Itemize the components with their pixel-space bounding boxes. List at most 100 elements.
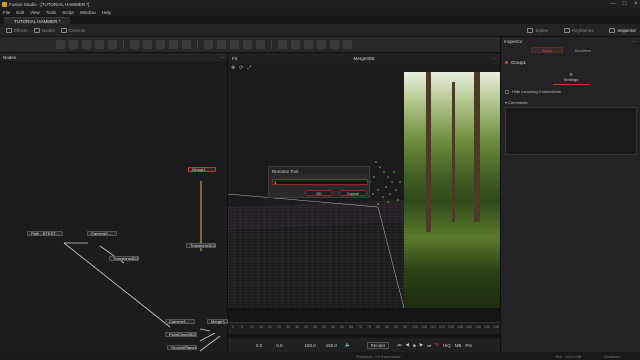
inspector-menu-icon[interactable]: ···: [633, 39, 638, 44]
node-camera[interactable]: Camera3...: [87, 231, 117, 236]
render-start[interactable]: 0.0: [276, 343, 282, 348]
inspector-toggle[interactable]: Inspector: [609, 27, 636, 33]
spline-icon: [527, 27, 534, 33]
menu-help[interactable]: Help: [102, 10, 111, 15]
menu-view[interactable]: View: [30, 10, 40, 15]
panel-menu-icon[interactable]: ···: [220, 55, 225, 60]
rotate-icon[interactable]: ⟳: [239, 65, 243, 71]
settings-tab[interactable]: ⚙ Settings: [553, 69, 589, 85]
ruler-ticks: 0 5 10 15 20 25 30 35 40 45 50 55 60 65 70 75 80 85 90 95 10…: [228, 323, 500, 334]
time-ruler[interactable]: 0 5 10 15 20 25 30 35 40 45 50 55 60 65 70 75 80 85 90 95 10…: [228, 322, 500, 334]
ruler-tick-label: 40: [304, 325, 308, 329]
menu-edit[interactable]: Edit: [16, 10, 24, 15]
node-merge[interactable]: Merge3...: [207, 319, 228, 324]
crop-tool-icon[interactable]: [182, 40, 191, 49]
mb-button[interactable]: MB: [455, 343, 462, 348]
polygon-tool-icon[interactable]: [95, 40, 104, 49]
window-title: Fusion Studio - [TUTORIAL HAMMER *]: [9, 1, 90, 7]
node-pointcloud[interactable]: PointCloud3D2: [165, 332, 197, 337]
menu-tools[interactable]: Tools: [46, 10, 57, 15]
menu-script[interactable]: Script: [62, 10, 74, 15]
particle-tool-icon[interactable]: [230, 40, 239, 49]
ruler-tick-label: 110: [430, 325, 436, 329]
rectangle-tool-icon[interactable]: [108, 40, 117, 49]
hide-connections-checkbox[interactable]: [505, 89, 509, 94]
effects-toggle[interactable]: Effects: [6, 27, 28, 33]
merge-tool-icon[interactable]: [156, 40, 165, 49]
render-button[interactable]: Render: [366, 341, 390, 349]
toolbar-separator: [197, 40, 198, 49]
tab-modifiers[interactable]: Modifiers: [567, 47, 599, 53]
cancel-button[interactable]: Cancel: [339, 190, 367, 196]
menu-bar: File Edit View Tools Script Window Help: [0, 8, 640, 16]
ruler-tick-label: 105: [421, 325, 427, 329]
tab-tools[interactable]: Tools: [531, 47, 563, 53]
shape3d-tool-icon[interactable]: [278, 40, 287, 49]
move-icon[interactable]: ✥: [231, 65, 235, 71]
stop-icon[interactable]: ■: [413, 343, 416, 348]
render-end[interactable]: 150.0: [305, 343, 316, 348]
ruler-tick-label: 130: [466, 325, 472, 329]
next-frame-icon[interactable]: ⏭: [427, 343, 431, 348]
paint-tool-icon[interactable]: [69, 40, 78, 49]
blur-tool-icon[interactable]: [130, 40, 139, 49]
ruler-tick-label: 55: [331, 325, 335, 329]
rename-input[interactable]: 1: [272, 179, 368, 185]
menu-file[interactable]: File: [3, 10, 10, 15]
node-group1[interactable]: Group1: [188, 167, 216, 172]
color-tool-icon[interactable]: [143, 40, 152, 49]
background-tool-icon[interactable]: [56, 40, 65, 49]
nodes-toggle[interactable]: Nodes: [33, 27, 55, 33]
text3d-tool-icon[interactable]: [343, 40, 352, 49]
close-button[interactable]: ✕: [634, 1, 638, 7]
menu-window[interactable]: Window: [80, 10, 96, 15]
scale-icon[interactable]: ⤢: [247, 65, 251, 71]
panel-toggle-bar: Effects Nodes Console Spline Keyframes I…: [0, 24, 640, 37]
console-toggle[interactable]: Console: [60, 27, 85, 33]
ruler-tick-label: 0: [232, 325, 234, 329]
ruler-tick-label: 45: [313, 325, 317, 329]
spline-toggle[interactable]: Spline: [527, 27, 548, 33]
node-camera3d[interactable]: Camera3...: [165, 319, 195, 324]
minimize-button[interactable]: —: [610, 1, 615, 7]
global-start[interactable]: 0.0: [256, 343, 262, 348]
node-transform3d2[interactable]: Transform3D2: [109, 256, 139, 261]
comments-section[interactable]: ▾ Comments: [505, 100, 527, 105]
fog-tool-icon[interactable]: [330, 40, 339, 49]
transform-tool-icon[interactable]: [169, 40, 178, 49]
viewer-zoom[interactable]: Fit: [232, 56, 237, 61]
renderer3d-tool-icon[interactable]: [304, 40, 313, 49]
light-tool-icon[interactable]: [256, 40, 265, 49]
tracker-tool-icon[interactable]: [204, 40, 213, 49]
shape-tool-icon[interactable]: [217, 40, 226, 49]
global-end[interactable]: 150.0: [326, 343, 337, 348]
audio-icon[interactable]: 🔈: [345, 342, 351, 348]
comments-field[interactable]: [505, 107, 637, 155]
hiq-button[interactable]: HiQ: [443, 343, 451, 348]
title-bar: Fusion Studio - [TUTORIAL HAMMER *] — ☐ …: [0, 0, 640, 8]
tool-header[interactable]: Group1: [505, 59, 637, 66]
node-groundplane[interactable]: GroundPlane1: [167, 345, 197, 350]
camera3d-tool-icon[interactable]: [243, 40, 252, 49]
merge3d-tool-icon[interactable]: [291, 40, 300, 49]
prev-frame-icon[interactable]: ◀: [406, 342, 409, 348]
loop-icon[interactable]: ↻: [435, 342, 439, 348]
document-tab[interactable]: TUTORIAL HAMMER *: [4, 17, 71, 24]
node-path[interactable]: Path - BTEST...: [27, 231, 63, 236]
text-tool-icon[interactable]: [82, 40, 91, 49]
status-playback: Playback: 0.0 frames/sec: [356, 353, 401, 359]
viewer-menu-icon[interactable]: ···: [492, 56, 497, 61]
first-frame-icon[interactable]: ⏮: [397, 343, 401, 348]
play-icon[interactable]: ▶: [420, 342, 423, 348]
prx-button[interactable]: Prx: [466, 343, 473, 348]
viewer-title: Merge3D5: [353, 56, 375, 61]
ruler-tick-label: 125: [457, 325, 463, 329]
toolbar-separator: [123, 40, 124, 49]
image-plane-tool-icon[interactable]: [317, 40, 326, 49]
ruler-tick-label: 90: [394, 325, 398, 329]
ok-button[interactable]: OK: [305, 190, 333, 196]
maximize-button[interactable]: ☐: [622, 1, 626, 7]
keyframes-toggle[interactable]: Keyframes: [563, 27, 593, 33]
nodes-icon: [33, 27, 40, 33]
node-transform3d3[interactable]: Transform3D3: [186, 243, 216, 248]
